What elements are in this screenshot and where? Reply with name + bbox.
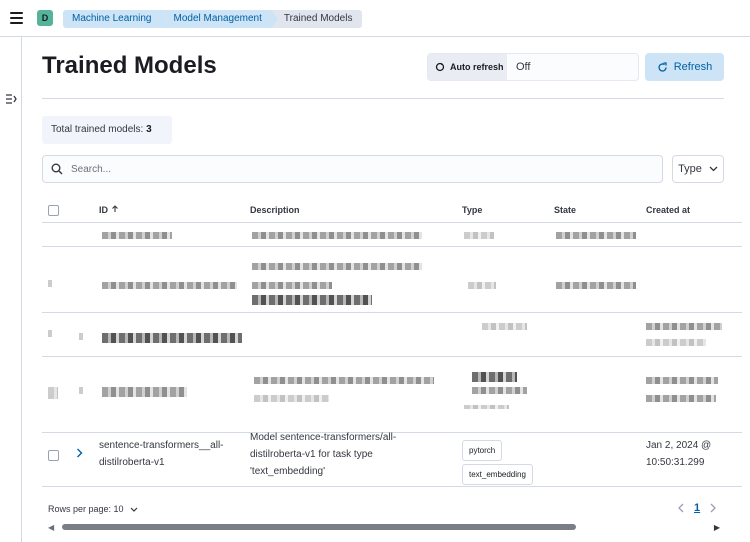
redacted-description — [252, 232, 422, 239]
column-description[interactable]: Description — [250, 205, 300, 215]
description-line: distilroberta-v1 for task type — [250, 449, 373, 460]
redacted-type — [472, 387, 527, 394]
model-id-line: sentence-transformers__all- — [99, 440, 224, 451]
redacted-type — [468, 282, 496, 289]
breadcrumb-machine-learning[interactable]: Machine Learning — [63, 10, 167, 28]
column-id-label: ID — [99, 205, 108, 215]
redacted-expand — [79, 333, 83, 340]
chevron-down-icon — [709, 166, 718, 172]
redacted-description — [254, 395, 329, 402]
model-type: pytorch text_embedding — [462, 440, 533, 488]
table-row[interactable] — [42, 357, 742, 433]
chevron-right-icon[interactable] — [76, 447, 83, 461]
menu-icon[interactable] — [10, 12, 23, 24]
description-line: 'text_embedding' — [250, 466, 325, 477]
rows-per-page-selector[interactable]: Rows per page: 10 — [48, 504, 138, 514]
side-nav — [0, 37, 22, 542]
auto-refresh-value[interactable]: Off — [507, 54, 530, 80]
redacted-state — [556, 282, 636, 289]
avatar[interactable]: D — [37, 10, 53, 26]
created-at: Jan 2, 2024 @ 10:50:31.299 — [646, 437, 742, 471]
redacted-checkbox — [48, 280, 52, 287]
redacted-state — [556, 232, 636, 239]
model-description: Model sentence-transformers/all- distilr… — [250, 429, 450, 480]
redacted-id — [102, 333, 242, 343]
main-content: Trained Models Auto refresh Off Refresh … — [22, 37, 750, 542]
horizontal-scrollbar[interactable]: ◀ ▶ — [48, 523, 720, 532]
table-row[interactable]: sentence-transformers__all- distilrobert… — [42, 432, 742, 488]
table-row[interactable] — [42, 247, 742, 313]
redacted-expand — [79, 387, 83, 394]
search-input[interactable] — [71, 163, 631, 175]
column-type[interactable]: Type — [462, 205, 482, 215]
chevron-left-icon[interactable] — [678, 503, 684, 513]
scroll-right-arrow-icon[interactable]: ▶ — [714, 523, 720, 532]
pagination: 1 — [678, 502, 717, 514]
total-label: Total trained models: — [51, 124, 144, 135]
rows-per-page-label: Rows per page: 10 — [48, 504, 124, 514]
chevron-down-icon — [130, 507, 137, 512]
redacted-type — [464, 405, 509, 409]
row-checkbox[interactable] — [48, 450, 59, 461]
redacted-id — [102, 232, 172, 239]
total-count: 3 — [146, 124, 152, 135]
redacted-created — [646, 395, 716, 402]
top-header: D Machine Learning Model Management Trai… — [0, 0, 750, 37]
chevron-right-icon[interactable] — [710, 503, 717, 513]
refresh-button[interactable]: Refresh — [645, 53, 724, 81]
nav-collapse-icon[interactable] — [5, 94, 17, 107]
select-all-checkbox[interactable] — [48, 205, 59, 216]
redacted-id — [102, 387, 187, 397]
divider — [42, 98, 724, 99]
search-bar[interactable] — [42, 155, 663, 183]
auto-refresh-text: Auto refresh — [450, 62, 504, 72]
page-title: Trained Models — [42, 52, 217, 79]
redacted-checkbox — [48, 330, 52, 337]
scroll-left-arrow-icon[interactable]: ◀ — [48, 523, 54, 532]
search-icon — [51, 163, 63, 175]
redacted-type — [472, 372, 517, 382]
breadcrumb-trained-models: Trained Models — [271, 10, 363, 28]
created-time: 10:50:31.299 — [646, 457, 705, 468]
auto-refresh-label[interactable]: Auto refresh — [428, 54, 507, 80]
breadcrumb-model-management[interactable]: Model Management — [161, 10, 279, 28]
redacted-created — [646, 377, 718, 384]
redacted-created — [646, 323, 722, 330]
type-filter-button[interactable]: Type — [672, 155, 724, 183]
page-number-current[interactable]: 1 — [694, 502, 700, 514]
type-badge: text_embedding — [462, 464, 533, 485]
table-row[interactable] — [42, 313, 742, 357]
created-date: Jan 2, 2024 @ — [646, 440, 712, 451]
breadcrumb: Machine Learning Model Management Traine… — [63, 10, 363, 28]
redacted-checkbox — [48, 387, 58, 399]
table-header: ID Description Type State Created at — [42, 201, 742, 223]
redacted-description — [254, 377, 434, 384]
type-filter-label: Type — [678, 163, 702, 175]
model-id: sentence-transformers__all- distilrobert… — [99, 437, 239, 471]
description-line: Model sentence-transformers/all- — [250, 432, 397, 443]
type-badge: pytorch — [462, 440, 503, 461]
redacted-description — [252, 282, 332, 289]
table-row[interactable] — [42, 224, 742, 247]
column-state[interactable]: State — [554, 205, 576, 215]
refresh-button-label: Refresh — [673, 61, 713, 73]
model-id-line: distilroberta-v1 — [99, 457, 165, 468]
redacted-description — [252, 295, 372, 305]
column-id[interactable]: ID — [99, 205, 119, 215]
refresh-cycle-icon — [435, 62, 445, 72]
redacted-id — [102, 282, 237, 289]
auto-refresh-control[interactable]: Auto refresh Off — [427, 53, 639, 81]
column-created-at[interactable]: Created at — [646, 205, 690, 215]
refresh-icon — [658, 61, 667, 72]
redacted-description — [252, 263, 422, 270]
scrollbar-thumb[interactable] — [62, 524, 576, 530]
sort-up-icon — [111, 205, 118, 212]
redacted-created — [646, 339, 706, 346]
redacted-type — [464, 232, 494, 239]
total-models-badge: Total trained models: 3 — [42, 116, 172, 144]
redacted-type — [482, 323, 527, 330]
